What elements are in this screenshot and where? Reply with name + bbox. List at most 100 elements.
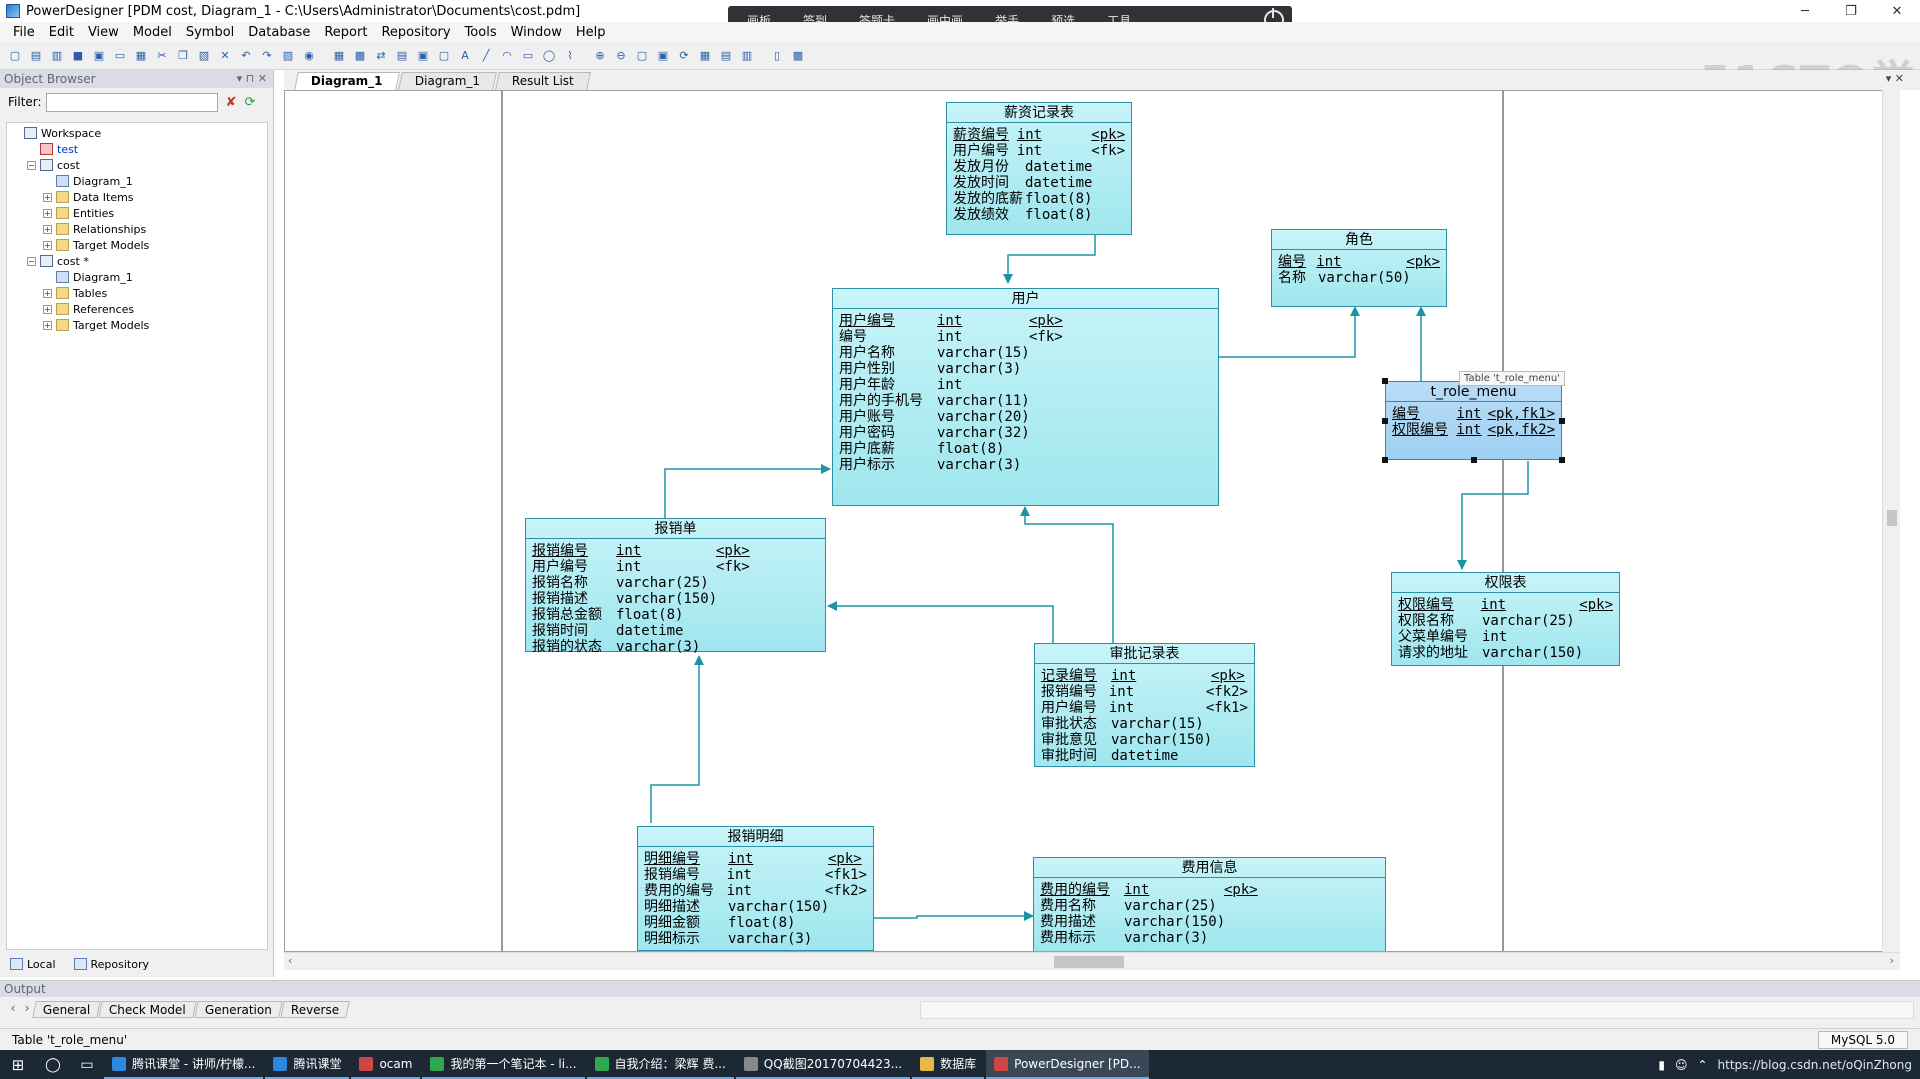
rectangle-icon[interactable]: ▭ (519, 47, 537, 65)
table-column-row[interactable]: 用户编号 int <pk> (839, 313, 1212, 329)
new-icon[interactable]: ▢ (6, 47, 24, 65)
table-column-row[interactable]: 用户底薪 float(8) (839, 441, 1212, 457)
table-user[interactable]: 用户 用户编号 int <pk> 编号 int <fk> 用户名称 varchar(15) 用户性… (832, 288, 1219, 506)
tree-item[interactable]: − cost * (27, 253, 89, 269)
link-salary-user[interactable] (1003, 235, 1096, 284)
taskbar-task[interactable]: 我的第一个笔记本 - li... (422, 1050, 585, 1079)
search-icon[interactable]: ◯ (36, 1050, 70, 1079)
table-column-row[interactable]: 权限编号 int <pk> (1398, 597, 1613, 613)
properties-icon[interactable]: ▨ (279, 47, 297, 65)
table-salary[interactable]: 薪资记录表 薪资编号 int <pk> 用户编号 int <fk> 发放月份 datetime 发… (946, 102, 1132, 235)
expand-icon[interactable]: + (43, 208, 52, 218)
tree-item[interactable]: − cost (27, 157, 80, 173)
tree-item[interactable]: + Entities (43, 205, 114, 221)
menu-repository[interactable]: Repository (374, 25, 457, 40)
restore-button[interactable]: ❐ (1828, 0, 1874, 22)
task-view-icon[interactable]: ▭ (70, 1050, 104, 1079)
tree-item[interactable]: test (27, 141, 78, 157)
table-column-row[interactable]: 报销总金额 float(8) (532, 607, 819, 623)
table-column-row[interactable]: 明细编号 int <pk> (644, 851, 867, 867)
arc-icon[interactable]: ◠ (498, 47, 516, 65)
polyline-icon[interactable]: ⌇ (561, 47, 579, 65)
view-icon[interactable]: ▩ (351, 47, 369, 65)
tree-item[interactable]: Diagram_1 (43, 173, 133, 189)
taskbar-task[interactable]: ocam (351, 1050, 421, 1079)
selection-handle[interactable] (1382, 457, 1388, 463)
tree-item[interactable]: Workspace (11, 125, 101, 141)
link-detail-fee[interactable] (873, 911, 1034, 921)
table-column-row[interactable]: 用户名称 varchar(15) (839, 345, 1212, 361)
table-column-row[interactable]: 请求的地址 varchar(150) (1398, 645, 1613, 661)
minimize-button[interactable]: ─ (1782, 0, 1828, 22)
tree-item[interactable]: + Tables (43, 285, 107, 301)
output-scrollbar[interactable] (920, 1001, 1914, 1019)
save-all-icon[interactable]: ▣ (90, 47, 108, 65)
table-approval[interactable]: 审批记录表 记录编号 int <pk> 报销编号 int <fk2> 用户编号 int <fk1>… (1034, 643, 1255, 767)
grid-icon[interactable]: ▦ (696, 47, 714, 65)
vertical-scroll-thumb[interactable] (1887, 510, 1897, 526)
print-preview-icon[interactable]: ▭ (111, 47, 129, 65)
browser-icon[interactable]: ◉ (300, 47, 318, 65)
expand-icon[interactable]: + (43, 240, 52, 250)
menu-symbol[interactable]: Symbol (179, 25, 241, 40)
lock-icon[interactable]: ▯ (768, 47, 786, 65)
table-column-row[interactable]: 编号 int <pk,fk1> (1392, 406, 1555, 422)
filter-clear-icon[interactable]: ✘ (226, 95, 237, 110)
table-column-row[interactable]: 发放月份 datetime (953, 159, 1125, 175)
table-column-row[interactable]: 记录编号 int <pk> (1041, 668, 1248, 684)
table-column-row[interactable]: 费用标示 varchar(3) (1040, 930, 1379, 946)
tree-item[interactable]: + Relationships (43, 221, 146, 237)
table-column-row[interactable]: 报销编号 int <fk1> (644, 867, 867, 883)
table-column-row[interactable]: 用户标示 varchar(3) (839, 457, 1212, 473)
refresh-icon[interactable]: ⟳ (244, 95, 255, 110)
horizontal-scroll-thumb[interactable] (1054, 956, 1124, 968)
expand-icon[interactable]: + (43, 320, 52, 330)
table-column-row[interactable]: 审批意见 varchar(150) (1041, 732, 1248, 748)
expand-icon[interactable]: + (43, 224, 52, 234)
table-column-row[interactable]: 报销编号 int <pk> (532, 543, 819, 559)
taskbar-task[interactable]: 腾讯课堂 - 讲师/柠檬... (104, 1050, 264, 1079)
table-column-row[interactable]: 明细标示 varchar(3) (644, 931, 867, 947)
table-column-row[interactable]: 父菜单编号 int (1398, 629, 1613, 645)
file-icon[interactable]: ▢ (435, 47, 453, 65)
tray-network-icon[interactable]: ▮ (1658, 1058, 1665, 1072)
tree-item[interactable]: + References (43, 301, 134, 317)
zoom-fit-icon[interactable]: ▣ (654, 47, 672, 65)
table-column-row[interactable]: 用户账号 varchar(20) (839, 409, 1212, 425)
table-column-row[interactable]: 费用的编号 int <pk> (1040, 882, 1379, 898)
table-expense-detail[interactable]: 报销明细 明细编号 int <pk> 报销编号 int <fk1> 费用的编号 int <fk2>… (637, 826, 874, 951)
diagram-canvas[interactable]: 薪资记录表 薪资编号 int <pk> 用户编号 int <fk> 发放月份 datetime 发… (284, 90, 1900, 952)
table-column-row[interactable]: 用户性别 varchar(3) (839, 361, 1212, 377)
link-detail-expense[interactable] (650, 655, 704, 823)
tab-repository[interactable]: Repository (70, 956, 154, 973)
paste-icon[interactable]: ▧ (195, 47, 213, 65)
taskbar-task[interactable]: 腾讯课堂 (265, 1050, 350, 1079)
menu-model[interactable]: Model (126, 25, 179, 40)
tab-result-list[interactable]: Result List (494, 72, 591, 90)
table-column-row[interactable]: 明细金额 float(8) (644, 915, 867, 931)
output-tab-reverse[interactable]: Reverse (280, 1001, 351, 1018)
undo-icon[interactable]: ↶ (237, 47, 255, 65)
table-column-row[interactable]: 用户的手机号 varchar(11) (839, 393, 1212, 409)
layout-icon[interactable]: ▥ (738, 47, 756, 65)
tray-user-icon[interactable]: ☺ (1675, 1058, 1688, 1072)
expand-icon[interactable]: + (43, 304, 52, 314)
refresh-icon[interactable]: ⟳ (675, 47, 693, 65)
table-role-menu[interactable]: t_role_menu 编号 int <pk,fk1> 权限编号 int <pk,fk2> (1385, 381, 1562, 460)
menu-database[interactable]: Database (241, 25, 317, 40)
table-column-row[interactable]: 薪资编号 int <pk> (953, 127, 1125, 143)
vertical-scrollbar[interactable] (1882, 90, 1900, 952)
table-column-row[interactable]: 报销时间 datetime (532, 623, 819, 639)
link-rolemenu-permission[interactable] (1457, 461, 1529, 570)
procedure-icon[interactable]: ▤ (393, 47, 411, 65)
table-column-row[interactable]: 报销名称 varchar(25) (532, 575, 819, 591)
table-column-row[interactable]: 报销编号 int <fk2> (1041, 684, 1248, 700)
horizontal-scrollbar[interactable]: ‹ › (284, 952, 1900, 970)
taskbar-task[interactable]: PowerDesigner [PD... (986, 1050, 1149, 1079)
open-folder-icon[interactable]: ▥ (48, 47, 66, 65)
table-column-row[interactable]: 费用的编号 int <fk2> (644, 883, 867, 899)
table-column-row[interactable]: 编号 int <fk> (839, 329, 1212, 345)
table-column-row[interactable]: 名称 varchar(50) (1278, 270, 1440, 286)
output-tab-check-model[interactable]: Check Model (98, 1001, 197, 1018)
link-approval-expense[interactable] (827, 601, 1054, 643)
